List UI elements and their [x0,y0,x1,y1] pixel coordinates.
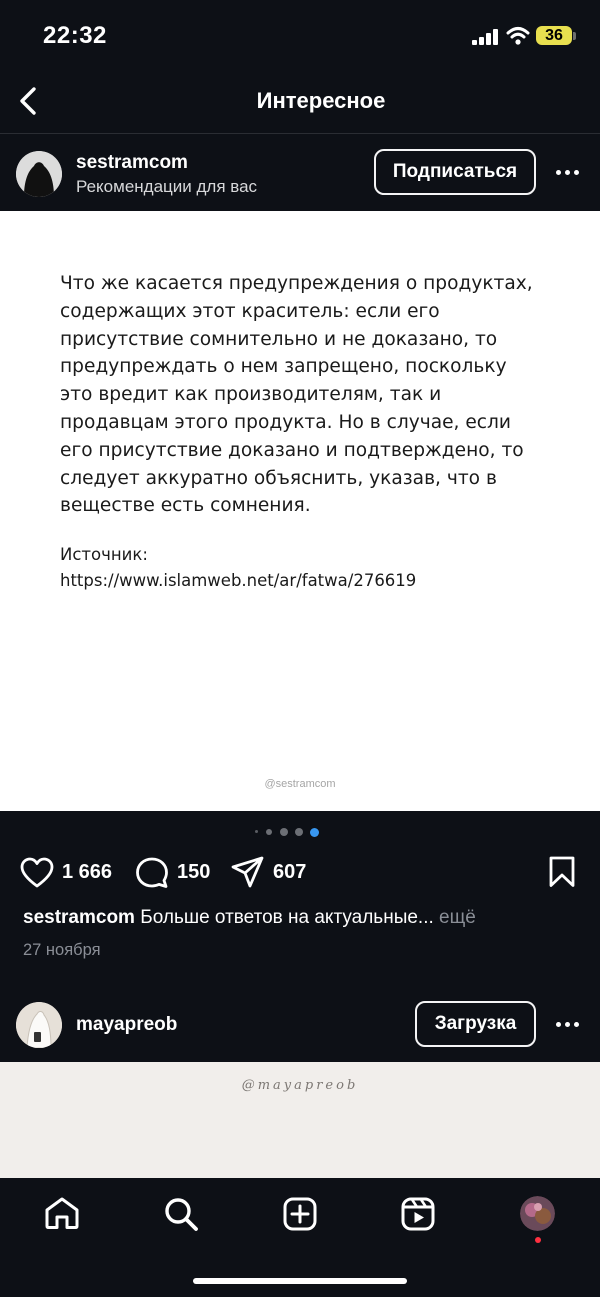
post-caption[interactable]: sestramcom Больше ответов на актуальные.… [23,907,476,929]
post-image-text: Что же касается предупреждения о продукт… [60,273,533,517]
header-divider [0,133,600,134]
carousel-dot [295,828,303,836]
more-options-icon[interactable] [556,170,579,175]
post-source: Источник: https://www.islamweb.net/ar/fa… [60,542,540,594]
caption-username[interactable]: sestramcom [23,907,135,928]
share-send-icon[interactable] [231,856,265,889]
notification-dot [535,1237,541,1243]
bookmark-save-icon[interactable] [548,856,576,888]
battery-indicator: 36 [536,26,572,45]
next-post-watermark: @mayapreob [241,1078,359,1093]
next-post-more-options-icon[interactable] [556,1022,579,1027]
profile-photo-icon [520,1196,555,1231]
source-label: Источник: [60,545,148,564]
reels-icon[interactable] [400,1196,436,1232]
avatar-figure-icon [16,1002,62,1048]
status-time: 22:32 [43,22,107,49]
likes-count[interactable]: 1 666 [62,861,112,884]
battery-nub [573,32,576,40]
caption-text: Больше ответов на актуальные... [140,907,434,928]
post-username[interactable]: sestramcom [76,152,188,174]
create-post-icon[interactable] [282,1196,318,1232]
avatar[interactable] [16,151,62,197]
wifi-icon [506,27,530,45]
search-icon[interactable] [163,1196,199,1232]
avatar-figure-icon [16,151,62,197]
follow-button[interactable]: Подписаться [374,149,536,195]
next-post-username[interactable]: mayapreob [76,1014,177,1036]
next-post-avatar[interactable] [16,1002,62,1048]
carousel-dot [280,828,288,836]
profile-avatar[interactable] [520,1196,555,1231]
post-date: 27 ноября [23,941,101,959]
source-url: https://www.islamweb.net/ar/fatwa/276619 [60,571,417,590]
cellular-signal-icon [472,29,498,45]
comment-icon[interactable] [135,857,169,889]
home-indicator[interactable] [193,1278,407,1284]
shares-count[interactable]: 607 [273,861,306,884]
carousel-dot-active [310,828,319,837]
download-button[interactable]: Загрузка [415,1001,536,1047]
post-subtitle: Рекомендации для вас [76,177,258,196]
image-watermark: @sestramcom [264,778,336,790]
page-title: Интересное [256,88,386,113]
caption-more-link[interactable]: ещё [439,907,476,928]
like-heart-icon[interactable] [20,857,54,889]
comments-count[interactable]: 150 [177,861,210,884]
home-icon[interactable] [44,1196,80,1230]
carousel-dot [266,829,272,835]
carousel-dot [255,830,258,833]
